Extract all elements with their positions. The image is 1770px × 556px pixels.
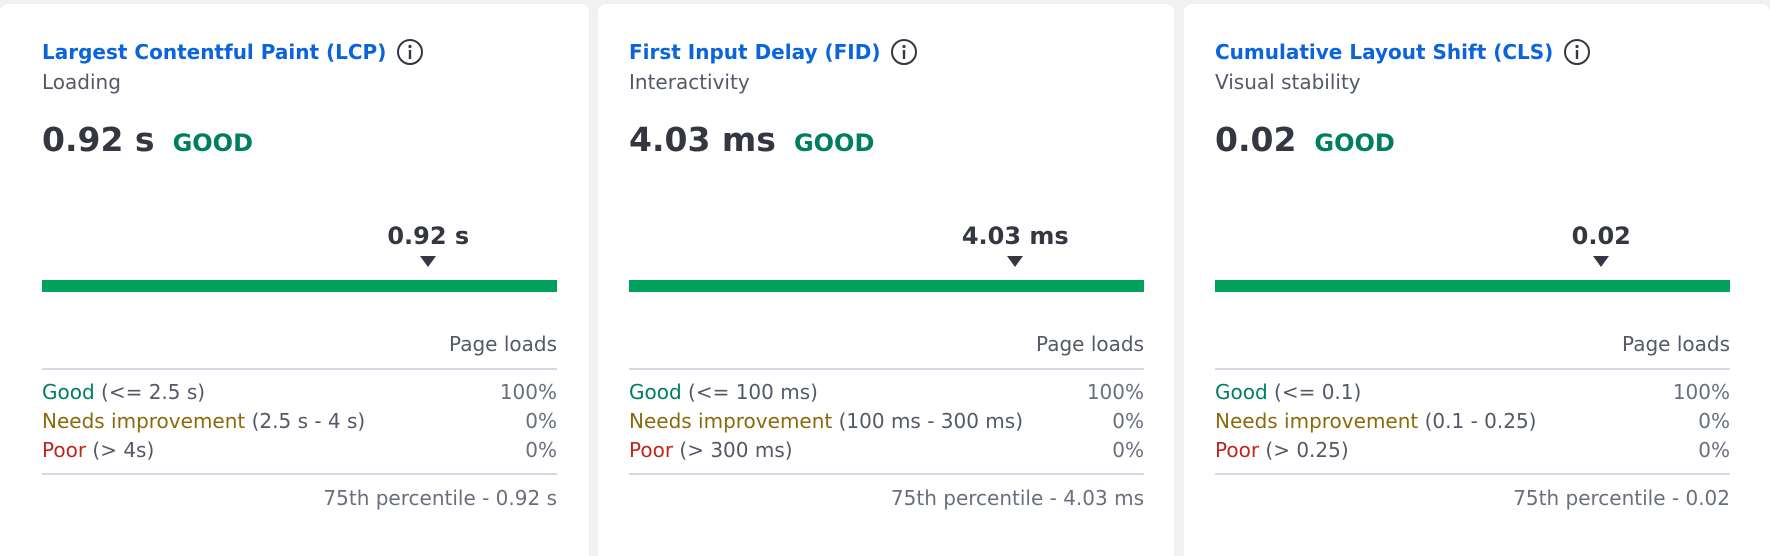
distribution-row-poor: Poor (> 0.25) 0% [1215, 438, 1730, 462]
percent-needs-improvement: 0% [525, 409, 557, 433]
divider [1215, 368, 1730, 370]
distribution-row-good: Good (<= 0.1) 100% [1215, 380, 1730, 404]
label-needs-improvement: Needs improvement [42, 409, 246, 433]
range-needs-improvement: (2.5 s - 4 s) [251, 409, 366, 433]
percent-needs-improvement: 0% [1698, 409, 1730, 433]
distribution-label: Good (<= 2.5 s) [42, 380, 205, 404]
divider [1215, 473, 1730, 475]
percent-good: 100% [1672, 380, 1730, 404]
divider [629, 368, 1144, 370]
range-needs-improvement: (0.1 - 0.25) [1424, 409, 1537, 433]
distribution-row-poor: Poor (> 4s) 0% [42, 438, 557, 462]
range-good: (<= 2.5 s) [101, 380, 206, 404]
range-poor: (> 300 ms) [679, 438, 793, 462]
metric-value: 4.03 ms [629, 120, 776, 159]
label-needs-improvement: Needs improvement [629, 409, 833, 433]
marker-value: 4.03 ms [961, 222, 1069, 250]
rating-badge: GOOD [1314, 129, 1395, 157]
column-header-page-loads: Page loads [1036, 332, 1144, 356]
distribution-row-good: Good (<= 100 ms) 100% [629, 380, 1144, 404]
metric-subtitle: Visual stability [1215, 70, 1361, 94]
distribution-label: Needs improvement (100 ms - 300 ms) [629, 409, 1023, 433]
distribution-row-good: Good (<= 2.5 s) 100% [42, 380, 557, 404]
distribution-label: Good (<= 100 ms) [629, 380, 818, 404]
distribution-bar [42, 280, 557, 292]
metric-title[interactable]: First Input Delay (FID) [629, 40, 880, 64]
percentile-summary: 75th percentile - 0.92 s [323, 486, 557, 510]
metric-title-row: Cumulative Layout Shift (CLS) [1215, 38, 1591, 66]
metric-subtitle: Interactivity [629, 70, 750, 94]
percent-poor: 0% [1698, 438, 1730, 462]
info-icon[interactable] [396, 38, 424, 66]
percent-needs-improvement: 0% [1112, 409, 1144, 433]
distribution-label: Poor (> 0.25) [1215, 438, 1349, 462]
marker-value: 0.92 s [387, 222, 470, 250]
percentile-marker: 4.03 ms [955, 222, 1075, 267]
distribution-bar [1215, 280, 1730, 292]
distribution-label: Good (<= 0.1) [1215, 380, 1361, 404]
marker-arrow-icon [1007, 256, 1024, 267]
range-good: (<= 0.1) [1274, 380, 1362, 404]
bar-segment-good [629, 280, 1144, 292]
distribution-label: Needs improvement (2.5 s - 4 s) [42, 409, 365, 433]
percent-good: 100% [499, 380, 557, 404]
range-poor: (> 0.25) [1265, 438, 1349, 462]
web-vitals-panel: Largest Contentful Paint (LCP) Loading 0… [0, 0, 1770, 556]
metric-subtitle: Loading [42, 70, 121, 94]
range-needs-improvement: (100 ms - 300 ms) [838, 409, 1024, 433]
percentile-summary: 75th percentile - 4.03 ms [890, 486, 1144, 510]
info-icon[interactable] [890, 38, 918, 66]
label-good: Good [1215, 380, 1268, 404]
distribution-row-poor: Poor (> 300 ms) 0% [629, 438, 1144, 462]
column-header-page-loads: Page loads [1622, 332, 1730, 356]
metric-card-cls: Cumulative Layout Shift (CLS) Visual sta… [1184, 4, 1770, 556]
divider [629, 473, 1144, 475]
metric-card-lcp: Largest Contentful Paint (LCP) Loading 0… [0, 4, 589, 556]
distribution-label: Poor (> 4s) [42, 438, 154, 462]
distribution-bar [629, 280, 1144, 292]
marker-arrow-icon [1593, 256, 1610, 267]
distribution-row-needs-improvement: Needs improvement (100 ms - 300 ms) 0% [629, 409, 1144, 433]
metric-value-row: 0.92 s GOOD [42, 120, 253, 159]
info-icon[interactable] [1563, 38, 1591, 66]
rating-badge: GOOD [793, 129, 875, 157]
percent-good: 100% [1086, 380, 1144, 404]
metric-title-row: Largest Contentful Paint (LCP) [42, 38, 424, 66]
percent-poor: 0% [525, 438, 557, 462]
range-good: (<= 100 ms) [688, 380, 818, 404]
metric-value: 0.92 s [42, 120, 155, 159]
metric-value-row: 4.03 ms GOOD [629, 120, 874, 159]
metric-title[interactable]: Cumulative Layout Shift (CLS) [1215, 40, 1553, 64]
marker-value: 0.02 [1571, 222, 1631, 250]
bar-segment-good [1215, 280, 1730, 292]
percentile-summary: 75th percentile - 0.02 [1513, 486, 1730, 510]
divider [42, 368, 557, 370]
percentile-marker: 0.02 [1541, 222, 1661, 267]
rating-badge: GOOD [172, 129, 253, 157]
metric-card-fid: First Input Delay (FID) Interactivity 4.… [598, 4, 1174, 556]
marker-arrow-icon [420, 256, 437, 267]
metric-title[interactable]: Largest Contentful Paint (LCP) [42, 40, 386, 64]
label-poor: Poor [1215, 438, 1260, 462]
metric-value: 0.02 [1215, 120, 1297, 159]
distribution-label: Needs improvement (0.1 - 0.25) [1215, 409, 1536, 433]
label-good: Good [629, 380, 682, 404]
percentile-marker: 0.92 s [368, 222, 488, 267]
distribution-label: Poor (> 300 ms) [629, 438, 793, 462]
distribution-row-needs-improvement: Needs improvement (2.5 s - 4 s) 0% [42, 409, 557, 433]
column-header-page-loads: Page loads [449, 332, 557, 356]
percent-poor: 0% [1112, 438, 1144, 462]
label-needs-improvement: Needs improvement [1215, 409, 1419, 433]
bar-segment-good [42, 280, 557, 292]
metric-value-row: 0.02 GOOD [1215, 120, 1395, 159]
range-poor: (> 4s) [92, 438, 155, 462]
divider [42, 473, 557, 475]
metric-title-row: First Input Delay (FID) [629, 38, 918, 66]
label-poor: Poor [42, 438, 87, 462]
label-good: Good [42, 380, 95, 404]
label-poor: Poor [629, 438, 674, 462]
distribution-row-needs-improvement: Needs improvement (0.1 - 0.25) 0% [1215, 409, 1730, 433]
